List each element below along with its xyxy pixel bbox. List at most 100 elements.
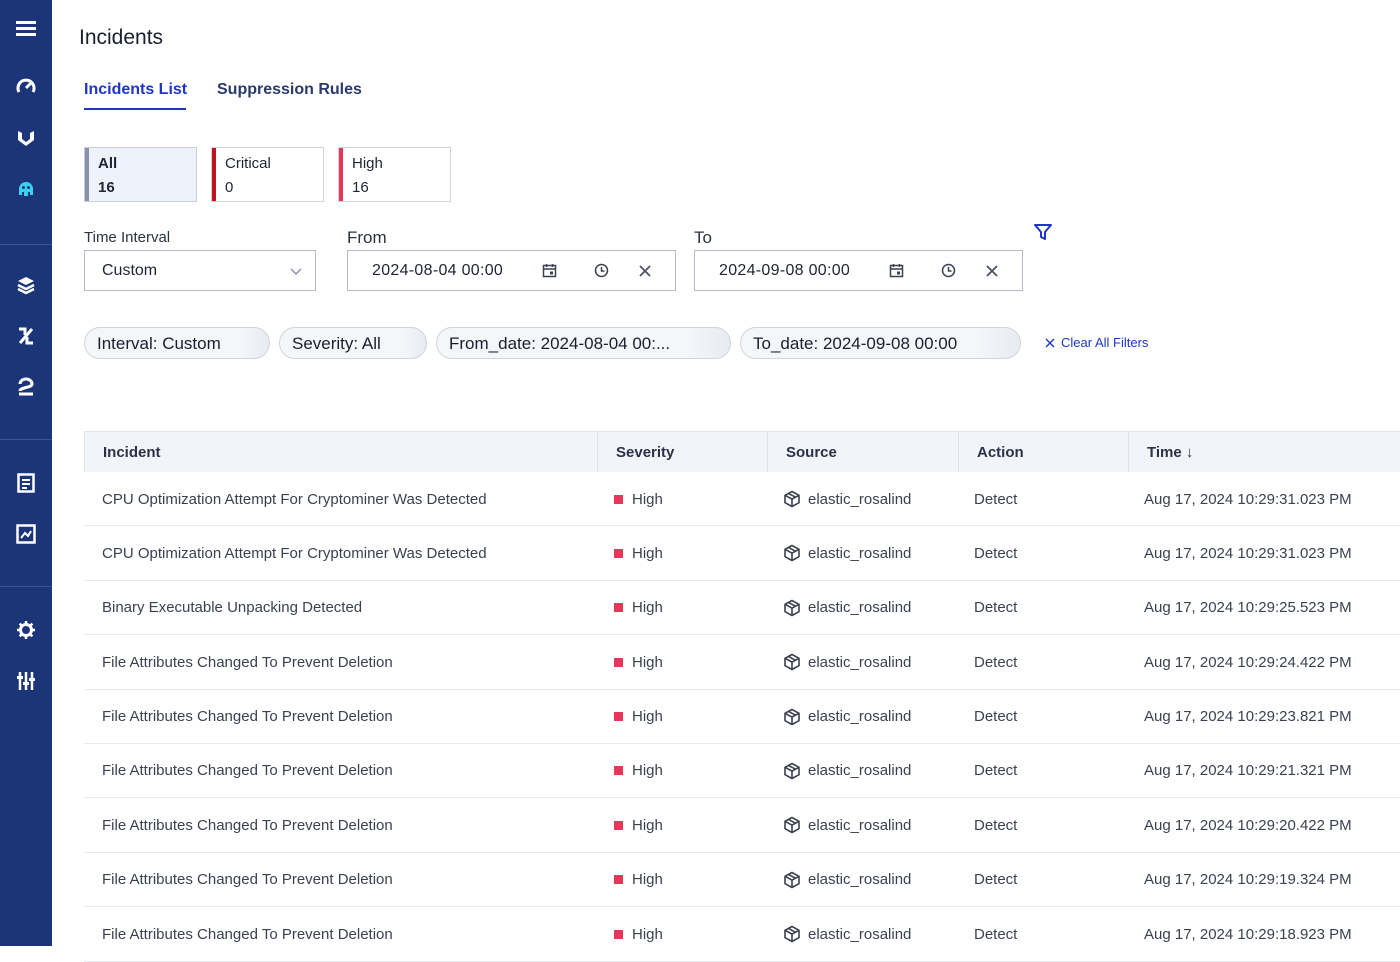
severity-card-high[interactable]: High 16 — [338, 147, 451, 202]
table-row[interactable]: File Attributes Changed To Prevent Delet… — [84, 907, 1400, 962]
severity-card-all[interactable]: All 16 — [84, 147, 197, 202]
clear-all-label: Clear All Filters — [1061, 335, 1149, 350]
percent-icon[interactable] — [13, 323, 39, 349]
cube-icon — [783, 544, 801, 562]
column-header-label: Source — [786, 443, 837, 461]
dashboard-gauge-icon[interactable] — [13, 74, 39, 100]
incident-name: File Attributes Changed To Prevent Delet… — [102, 871, 393, 889]
source-cell: elastic_rosalind — [783, 526, 911, 580]
integration-icon[interactable] — [13, 374, 39, 400]
source-label: elastic_rosalind — [808, 816, 912, 834]
severity-high-indicator — [614, 929, 623, 939]
clear-all-filters-button[interactable]: Clear All Filters — [1045, 335, 1148, 350]
action-cell: Detect — [974, 816, 1018, 834]
table-row[interactable]: CPU Optimization Attempt For Cryptominer… — [84, 526, 1400, 581]
table-row[interactable]: File Attributes Changed To Prevent Delet… — [84, 853, 1400, 908]
severity-card-count: 16 — [98, 179, 115, 196]
active-tab-indicator — [84, 108, 186, 110]
time-cell: Aug 17, 2024 10:29:19.324 PM — [1144, 871, 1352, 889]
table-row[interactable]: File Attributes Changed To Prevent Delet… — [84, 690, 1400, 744]
chip-label: To_date: 2024-09-08 00:00 — [753, 334, 958, 353]
severity-label: High — [632, 653, 663, 671]
reports-document-icon[interactable] — [13, 470, 39, 496]
chip-label: Interval: Custom — [97, 334, 221, 353]
severity-label: High — [632, 490, 663, 508]
severity-high-indicator — [614, 603, 623, 613]
filter-chip-severity[interactable]: Severity: All — [279, 327, 427, 359]
table-row[interactable]: File Attributes Changed To Prevent Delet… — [84, 798, 1400, 853]
to-date-input[interactable]: 2024-09-08 00:00 — [694, 250, 1023, 291]
table-row[interactable]: Binary Executable Unpacking Detected High… — [84, 581, 1400, 636]
severity-label: High — [632, 708, 663, 726]
column-header-incident[interactable]: Incident — [85, 432, 598, 472]
table-row[interactable]: File Attributes Changed To Prevent Delet… — [84, 744, 1400, 799]
severity-card-label: All — [98, 155, 118, 172]
source-label: elastic_rosalind — [808, 653, 912, 671]
table-row[interactable]: File Attributes Changed To Prevent Delet… — [84, 635, 1400, 690]
sliders-icon[interactable] — [13, 668, 39, 694]
source-label: elastic_rosalind — [808, 925, 912, 943]
page-title: Incidents — [79, 26, 164, 49]
shield-icon[interactable] — [13, 125, 39, 151]
analytics-icon[interactable] — [13, 521, 39, 547]
main-content: Incidents Incidents List Suppression Rul… — [52, 0, 1400, 962]
calendar-icon[interactable] — [889, 263, 904, 283]
severity-cell: High — [614, 907, 663, 961]
chip-label: Severity: All — [292, 334, 381, 353]
tab-incidents-list[interactable]: Incidents List — [84, 81, 187, 99]
table-row[interactable]: CPU Optimization Attempt For Cryptominer… — [84, 472, 1400, 527]
source-cell: elastic_rosalind — [783, 581, 911, 635]
column-header-source[interactable]: Source — [768, 432, 959, 472]
from-date-input[interactable]: 2024-08-04 00:00 — [347, 250, 676, 291]
clear-from-icon[interactable] — [638, 264, 652, 283]
incident-name: File Attributes Changed To Prevent Delet… — [102, 708, 393, 726]
column-header-severity[interactable]: Severity — [598, 432, 768, 472]
column-header-time[interactable]: Time ↓ — [1129, 432, 1400, 472]
severity-card-count: 0 — [225, 179, 234, 196]
action-cell: Detect — [974, 762, 1018, 780]
severity-card-critical[interactable]: Critical 0 — [211, 147, 324, 202]
severity-label: High — [632, 762, 663, 780]
tab-suppression-rules[interactable]: Suppression Rules — [217, 81, 362, 99]
action-cell: Detect — [974, 925, 1018, 943]
time-cell: Aug 17, 2024 10:29:24.422 PM — [1144, 653, 1352, 671]
cube-icon — [783, 762, 801, 780]
from-date-value: 2024-08-04 00:00 — [372, 262, 504, 279]
menu-icon[interactable] — [13, 15, 39, 41]
to-date-value: 2024-09-08 00:00 — [719, 262, 851, 279]
calendar-icon[interactable] — [542, 263, 557, 283]
incidents-table: Incident Severity Source Action Time ↓ C… — [84, 431, 1400, 962]
time-cell: Aug 17, 2024 10:29:31.023 PM — [1144, 544, 1352, 562]
settings-gear-icon[interactable] — [13, 617, 39, 643]
incident-name: Binary Executable Unpacking Detected — [102, 599, 363, 617]
clock-icon[interactable] — [594, 263, 609, 283]
severity-card-label: Critical — [225, 155, 271, 172]
severity-high-indicator — [614, 712, 623, 722]
source-cell: elastic_rosalind — [783, 635, 911, 689]
severity-label: High — [632, 925, 663, 943]
severity-color-bar — [212, 148, 216, 201]
column-header-label: Severity — [616, 443, 675, 461]
source-label: elastic_rosalind — [808, 871, 912, 889]
action-cell: Detect — [974, 653, 1018, 671]
time-interval-value: Custom — [102, 262, 158, 279]
time-interval-select[interactable]: Custom — [84, 250, 316, 291]
clock-icon[interactable] — [941, 263, 956, 283]
to-label: To — [694, 228, 712, 247]
filter-chip-from-date[interactable]: From_date: 2024-08-04 00:... — [436, 327, 731, 359]
severity-high-indicator — [614, 494, 623, 504]
clear-to-icon[interactable] — [985, 264, 999, 283]
incidents-octopus-icon[interactable] — [13, 176, 39, 202]
layers-icon[interactable] — [13, 272, 39, 298]
severity-label: High — [632, 544, 663, 562]
sort-desc-icon: ↓ — [1185, 443, 1194, 461]
column-header-action[interactable]: Action — [959, 432, 1129, 472]
time-cell: Aug 17, 2024 10:29:21.321 PM — [1144, 762, 1352, 780]
filter-chip-to-date[interactable]: To_date: 2024-09-08 00:00 — [740, 327, 1021, 359]
time-cell: Aug 17, 2024 10:29:18.923 PM — [1144, 925, 1352, 943]
time-interval-label: Time Interval — [84, 229, 171, 246]
cube-icon — [783, 871, 801, 889]
sidebar-divider — [0, 439, 52, 440]
filter-chip-interval[interactable]: Interval: Custom — [84, 327, 270, 359]
filter-funnel-icon[interactable] — [1033, 222, 1053, 247]
